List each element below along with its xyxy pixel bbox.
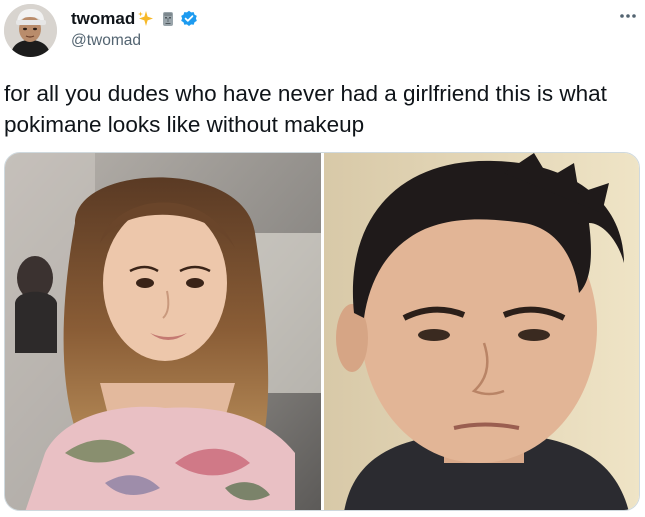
display-name[interactable]: twomad xyxy=(71,8,135,30)
photo-man[interactable] xyxy=(324,153,639,510)
verified-badge-icon xyxy=(180,10,198,28)
tweet-text: for all you dudes who have never had a g… xyxy=(4,81,607,137)
name-row: twomad xyxy=(71,8,198,30)
moai-icon xyxy=(159,10,177,28)
avatar[interactable] xyxy=(4,4,57,57)
sparkles-icon xyxy=(137,10,155,28)
handle[interactable]: @twomad xyxy=(71,31,198,51)
more-options-button[interactable] xyxy=(614,6,642,26)
media-grid xyxy=(4,152,640,511)
avatar-image xyxy=(4,4,57,57)
photo-woman[interactable] xyxy=(5,153,321,510)
tweet-header: twomad @twomad xyxy=(71,8,198,51)
tweet: twomad @twomad for all you dudes who hav… xyxy=(0,0,645,517)
more-horizontal-icon xyxy=(620,14,636,18)
